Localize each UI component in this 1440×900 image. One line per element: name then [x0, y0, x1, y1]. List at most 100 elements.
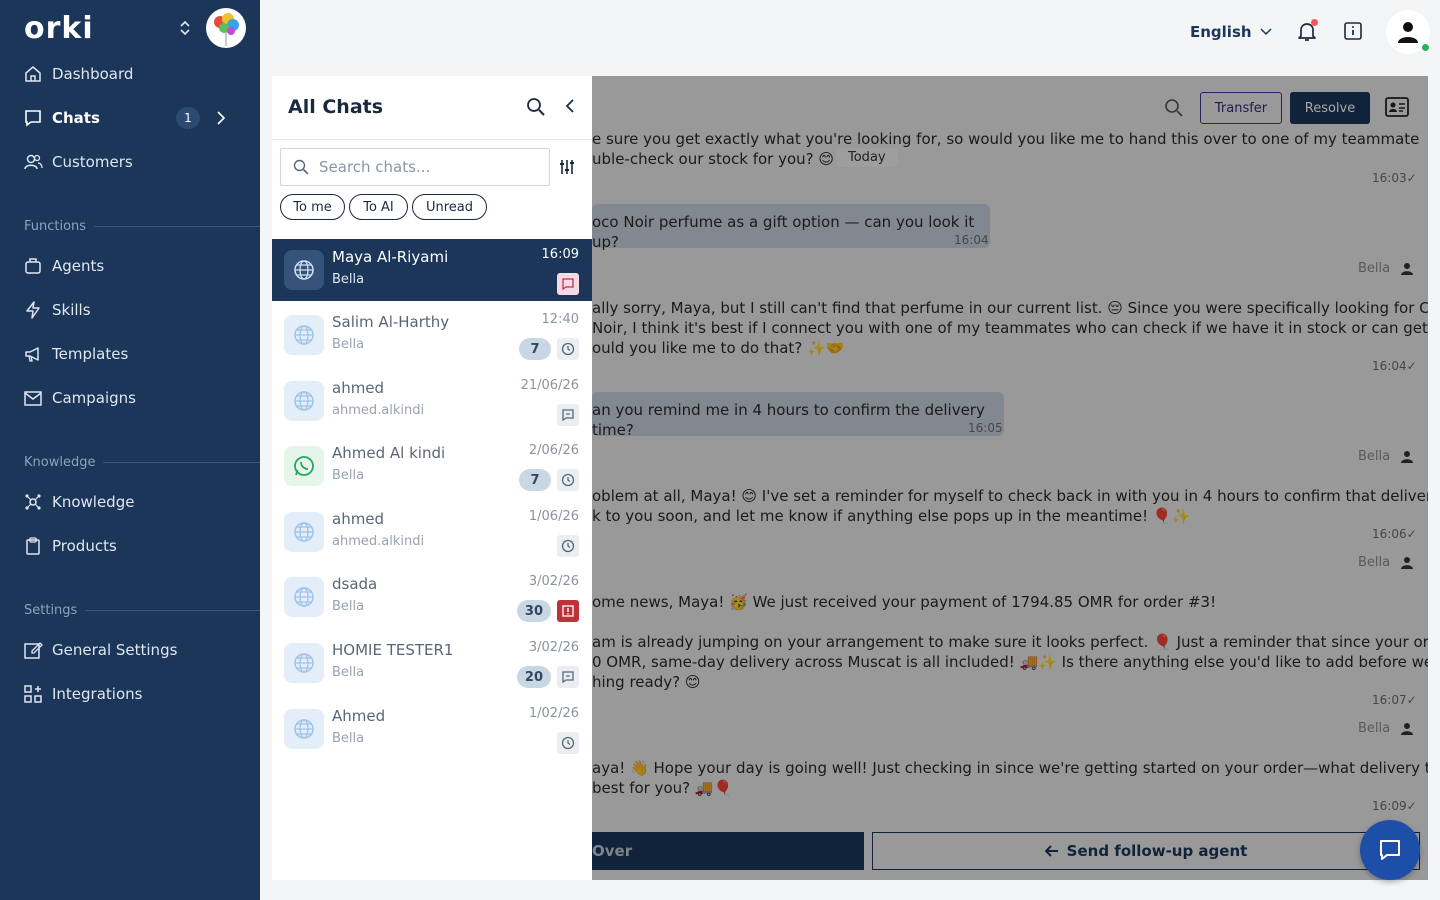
chat-icon: [22, 107, 44, 129]
chat-icon: [557, 404, 579, 426]
chat-time: 21/06/26: [520, 378, 579, 393]
message-text: oco Noir perfume as a gift option — can …: [592, 213, 975, 251]
person-icon: [1400, 262, 1414, 276]
sidebar-item-label: Skills: [52, 301, 91, 319]
person-icon: [1400, 450, 1414, 464]
section-label: Settings: [24, 602, 78, 618]
section-settings: Settings: [24, 602, 260, 618]
contact-card-icon[interactable]: [1384, 96, 1410, 118]
app-logo[interactable]: orki: [24, 11, 94, 46]
filter-to-ai[interactable]: To AI: [349, 194, 408, 220]
chat-name: dsada: [332, 575, 378, 593]
unread-count: 30: [516, 600, 551, 622]
chat-row[interactable]: ahmed ahmed.alkindi 21/06/26: [272, 370, 592, 432]
message-bubble: oco Noir perfume as a gift option — can …: [592, 204, 990, 251]
divider: [272, 139, 592, 140]
person-icon: [1400, 722, 1414, 736]
grid-plus-icon: [22, 683, 44, 705]
chat-row[interactable]: Salim Al-Harthy Bella 12:40 7: [272, 304, 592, 366]
sidebar-item-skills[interactable]: Skills: [0, 292, 260, 328]
sidebar-item-chats[interactable]: Chats 1: [0, 100, 260, 136]
filter-unread[interactable]: Unread: [412, 194, 487, 220]
search-input[interactable]: [319, 158, 529, 176]
chat-row[interactable]: HOMIE TESTER1 Bella 3/02/26 20: [272, 632, 592, 694]
workspace-switch-icon[interactable]: [179, 19, 191, 37]
message-text: oblem at all, Maya! 😊 I've set a reminde…: [592, 487, 1428, 505]
lightning-icon: [22, 299, 44, 321]
chevron-right-icon[interactable]: [216, 110, 226, 126]
support-chat-button[interactable]: [1360, 820, 1420, 880]
sidebar-item-label: Campaigns: [52, 389, 137, 407]
sidebar-item-integrations[interactable]: Integrations: [0, 676, 260, 712]
chat-name: ahmed: [332, 379, 385, 397]
sidebar-item-label: Products: [52, 537, 117, 555]
chat-name: ahmed: [332, 510, 385, 528]
chat-time: 1/06/26: [528, 509, 579, 524]
sidebar-item-label: Integrations: [52, 685, 143, 703]
chat-time: 1/02/26: [528, 706, 579, 721]
chevron-down-icon: [1260, 28, 1272, 36]
clock-icon: [557, 469, 579, 491]
notification-dot: [1311, 19, 1318, 26]
message-text: an you remind me in 4 hours to confirm t…: [592, 401, 985, 439]
sidebar-item-dashboard[interactable]: Dashboard: [0, 56, 260, 92]
chat-time: 16:09: [541, 247, 579, 262]
search-icon[interactable]: [1164, 98, 1184, 118]
handover-button[interactable]: Over: [592, 832, 864, 870]
chat-agent: Bella: [332, 665, 365, 680]
chat-row[interactable]: Ahmed Al kindi Bella 2/06/26 7: [272, 435, 592, 497]
sidebar-item-label: General Settings: [52, 641, 178, 659]
chat-row[interactable]: dsada Bella 3/02/26 30: [272, 566, 592, 628]
whatsapp-icon: [284, 446, 324, 486]
chevron-left-icon[interactable]: [565, 98, 575, 114]
language-selector[interactable]: English: [1190, 20, 1272, 44]
sidebar-item-label: Templates: [52, 345, 129, 363]
transfer-button[interactable]: Transfer: [1200, 92, 1282, 124]
section-functions: Functions: [24, 218, 260, 234]
sender-row: Bella: [1358, 555, 1414, 570]
message-time: 16:07✓: [1372, 693, 1417, 707]
workspace-avatar[interactable]: [206, 8, 246, 48]
send-follow-up-agent-button[interactable]: Send follow-up agent: [872, 832, 1420, 870]
chat-row[interactable]: Maya Al-Riyami Bella 16:09: [272, 239, 592, 301]
filter-sliders-icon[interactable]: [558, 158, 576, 176]
sidebar-item-agents[interactable]: Agents: [0, 248, 260, 284]
sidebar-item-label: Agents: [52, 257, 105, 275]
chat-name: Maya Al-Riyami: [332, 248, 449, 266]
chat-agent: Bella: [332, 468, 365, 483]
chat-list-title: All Chats: [288, 96, 384, 118]
globe-icon: [284, 709, 324, 749]
message-text: ally sorry, Maya, but I still can't find…: [592, 299, 1428, 317]
user-avatar[interactable]: [1386, 10, 1430, 54]
message-bubble: aya! 👋 Hope your day is going well! Just…: [592, 758, 1428, 800]
sidebar-item-customers[interactable]: Customers: [0, 144, 260, 180]
notification-bell-icon[interactable]: [1294, 18, 1320, 44]
sidebar-item-knowledge[interactable]: Knowledge: [0, 484, 260, 520]
sidebar-item-templates[interactable]: Templates: [0, 336, 260, 372]
message-text: ould you like me to do that? ✨🤝: [592, 339, 845, 357]
message-bubble: oblem at all, Maya! 😊 I've set a reminde…: [592, 486, 1428, 528]
message-text: best for you? 🚚🎈: [592, 779, 733, 797]
sender-name: Bella: [1358, 449, 1391, 464]
chat-bubble-icon: [1377, 837, 1403, 863]
resolve-button[interactable]: Resolve: [1290, 92, 1370, 124]
info-icon[interactable]: [1340, 18, 1366, 44]
sidebar-item-campaigns[interactable]: Campaigns: [0, 380, 260, 416]
chat-row[interactable]: ahmed ahmed.alkindi 1/06/26: [272, 501, 592, 563]
clipboard-icon: [22, 535, 44, 557]
language-label: English: [1190, 23, 1252, 41]
globe-icon: [284, 315, 324, 355]
chat-icon: [557, 666, 579, 688]
globe-icon: [284, 577, 324, 617]
clock-icon: [557, 535, 579, 557]
search-icon[interactable]: [526, 97, 546, 117]
message-time: 16:06✓: [1372, 527, 1417, 541]
sidebar-item-products[interactable]: Products: [0, 528, 260, 564]
date-separator: Today: [836, 148, 898, 167]
sidebar-item-general-settings[interactable]: General Settings: [0, 632, 260, 668]
search-field[interactable]: [280, 148, 550, 186]
message-bubble: ally sorry, Maya, but I still can't find…: [592, 298, 1428, 360]
filter-to-me[interactable]: To me: [280, 194, 345, 220]
chat-row[interactable]: Ahmed Bella 1/02/26: [272, 698, 592, 760]
sender-row: Bella: [1358, 721, 1414, 736]
